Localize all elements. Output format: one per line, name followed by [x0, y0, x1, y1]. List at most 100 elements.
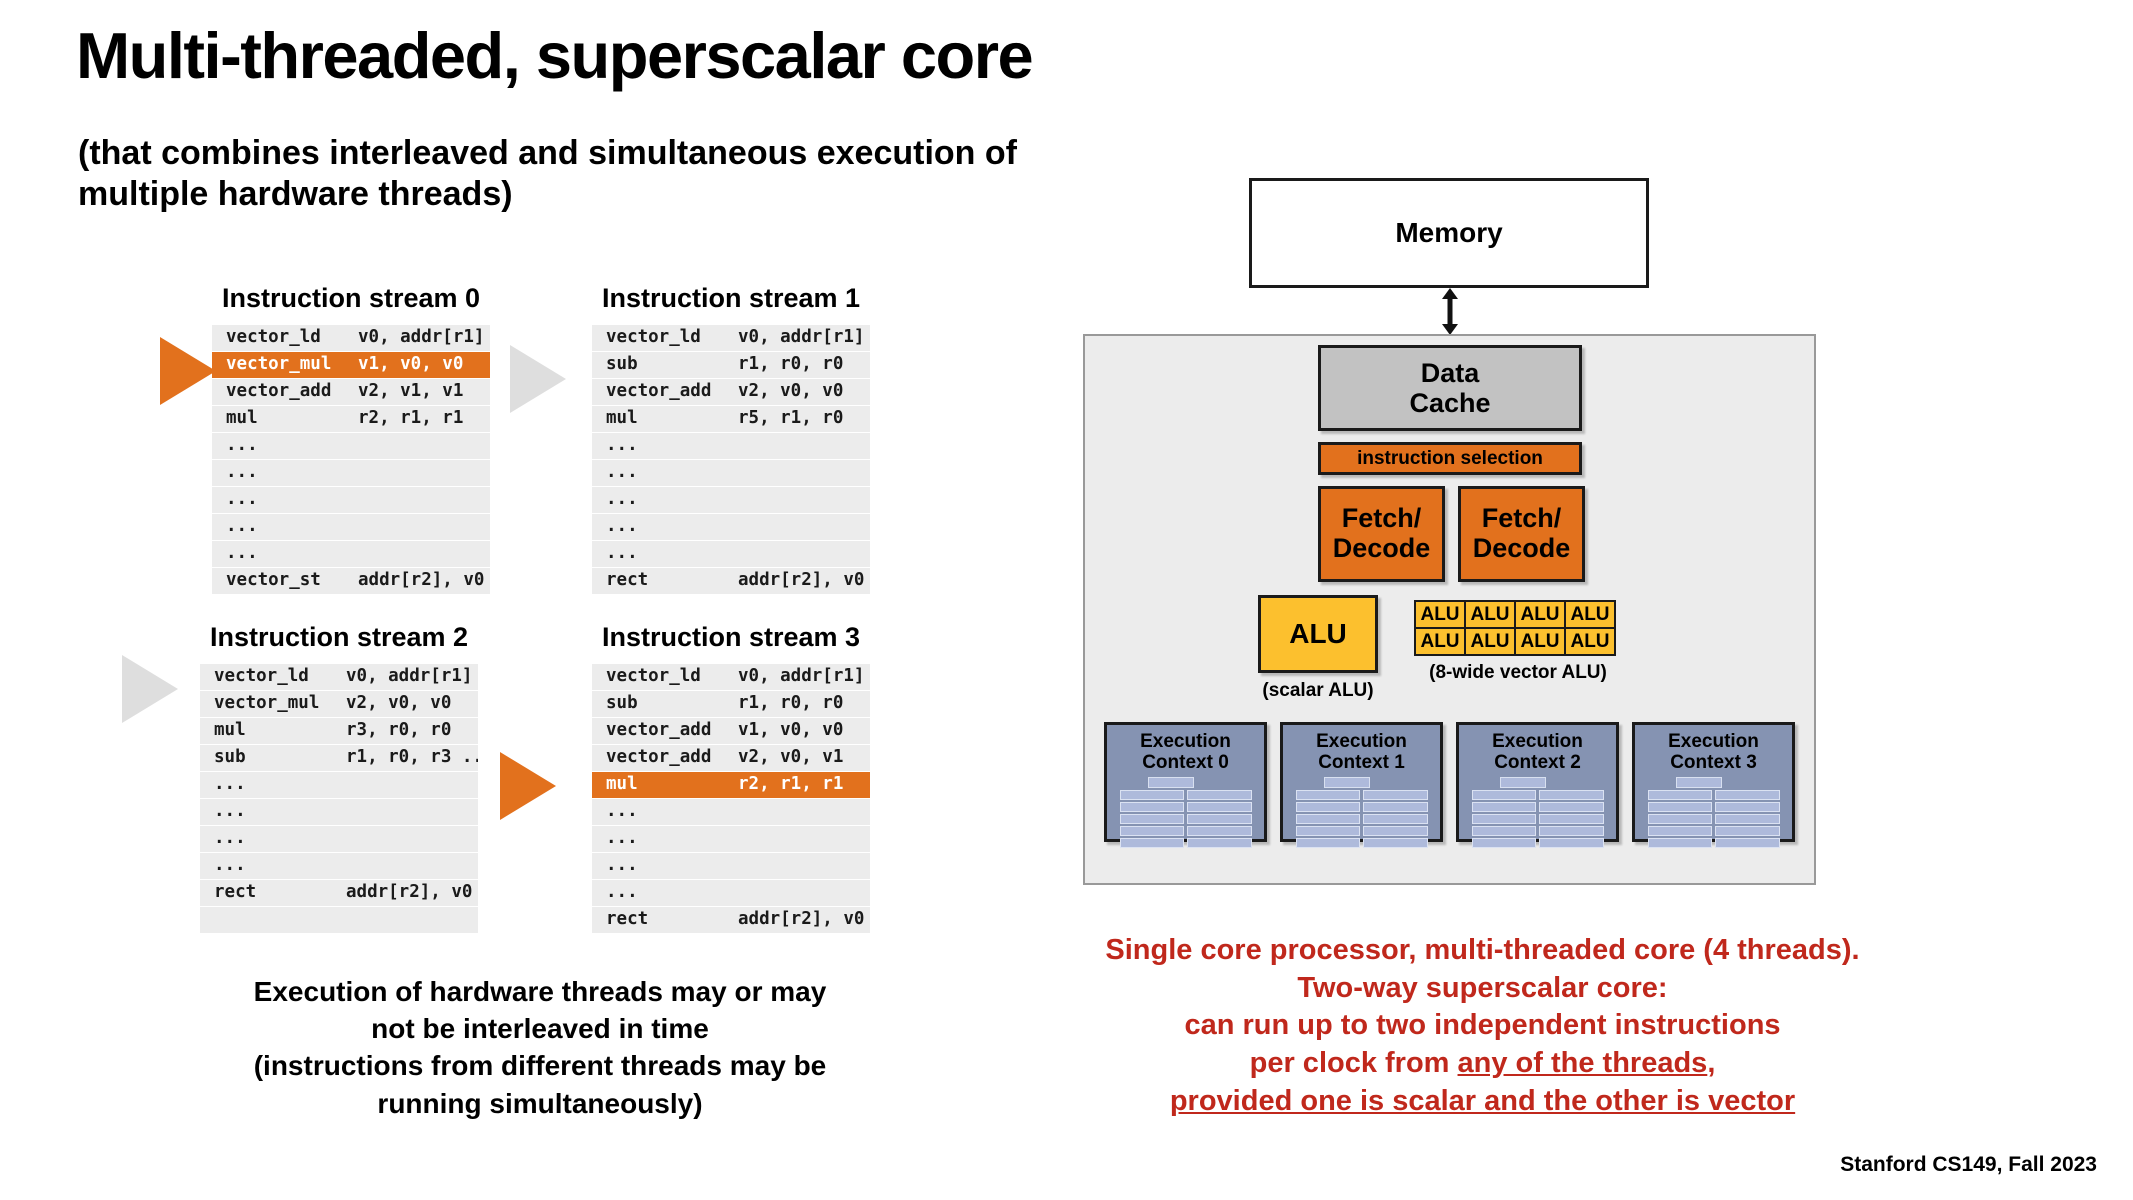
instruction-row: ... [212, 487, 490, 513]
vector-alu-cell: ALU [1413, 599, 1467, 630]
register-file-cell [1187, 825, 1252, 836]
instruction-opcode: vector_add [606, 720, 712, 740]
execution-context-label-line-2: Context 3 [1670, 752, 1757, 774]
register-file-column [1295, 789, 1360, 850]
memory-label: Memory [1395, 217, 1503, 248]
instruction-row: vector_add v1, v0, v0 [592, 718, 870, 744]
register-file-cell [1471, 837, 1536, 848]
instruction-opcode: vector_mul [226, 354, 332, 374]
register-file-cell [1539, 789, 1604, 800]
memory-block: Memory [1249, 178, 1649, 288]
register-file-cell [1539, 813, 1604, 824]
register-file-columns [1119, 789, 1252, 850]
instruction-row: mul r5, r1, r0 [592, 406, 870, 432]
vector-alu-cell: ALU [1513, 626, 1567, 657]
scalar-alu-caption: (scalar ALU) [1262, 680, 1374, 701]
instruction-row: vector_st addr[r2], v0 [212, 568, 490, 594]
instruction-opcode: ... [606, 801, 638, 821]
register-file-cell [1539, 837, 1604, 848]
instruction-opcode: ... [226, 543, 258, 563]
vector-alu-cell: ALU [1463, 599, 1517, 630]
vector-alu-cell: ALU [1413, 626, 1467, 657]
instruction-operands: v0, addr[r1] [738, 327, 865, 347]
instruction-opcode: ... [606, 462, 638, 482]
instruction-row: ... [212, 541, 490, 567]
instruction-opcode: ... [606, 543, 638, 563]
register-file-cell [1647, 789, 1712, 800]
instruction-opcode: ... [606, 489, 638, 509]
instruction-operands: v2, v0, v0 [738, 381, 844, 401]
instruction-row: vector_add v2, v1, v1 [212, 379, 490, 405]
execution-context-0-title: Execution Context 0 [1107, 725, 1264, 774]
register-file-cell [1647, 813, 1712, 824]
register-file-cell [1471, 789, 1536, 800]
register-file-cell [1647, 837, 1712, 848]
instruction-row: ... [200, 799, 478, 825]
instruction-row: ... [592, 799, 870, 825]
vector-alu-cell: ALU [1563, 599, 1617, 630]
instruction-opcode: vector_add [226, 381, 332, 401]
left-caption: Execution of hardware threads may or may… [190, 973, 890, 1122]
execution-context-label-line-1: Execution [1668, 731, 1759, 752]
instruction-opcode: ... [606, 435, 638, 455]
register-file-cell [1119, 825, 1184, 836]
instruction-row: sub r1, r0, r0 [592, 352, 870, 378]
instruction-opcode: ... [214, 855, 246, 875]
right-caption-line-4-pre: per clock from [1249, 1047, 1458, 1080]
register-file-cell [1715, 813, 1780, 824]
register-file-graphic [1471, 776, 1604, 850]
fetch-decode-block-0: Fetch/ Decode [1318, 486, 1445, 582]
instruction-row: vector_mul v1, v0, v0 [212, 352, 490, 378]
register-file-columns [1295, 789, 1428, 850]
execution-context-label-line-2: Context 1 [1318, 752, 1405, 774]
instruction-row: sub r1, r0, r3 ... [200, 745, 478, 771]
instruction-opcode: sub [606, 693, 638, 713]
register-file-cell [1539, 825, 1604, 836]
instruction-row: mul r3, r0, r0 [200, 718, 478, 744]
register-file-graphic [1119, 776, 1252, 850]
instruction-row: rect addr[r2], v0 [592, 568, 870, 594]
register-file-cell [1295, 789, 1360, 800]
stream-0-current-instruction-pointer [160, 337, 216, 405]
instruction-stream-2-title: Instruction stream 2 [209, 622, 469, 652]
execution-context-2-title: Execution Context 2 [1459, 725, 1616, 774]
instruction-selection-label: instruction selection [1357, 447, 1543, 469]
instruction-row: vector_ld v0, addr[r1] [592, 325, 870, 351]
instruction-operands: r5, r1, r0 [738, 408, 844, 428]
execution-context-3-title: Execution Context 3 [1635, 725, 1792, 774]
right-caption-line-5: provided one is scalar and the other is … [1169, 1084, 1796, 1117]
instruction-opcode: vector_ld [214, 666, 309, 686]
register-file-cell [1715, 825, 1780, 836]
instruction-operands: r1, r0, r0 [738, 354, 844, 374]
execution-context-label-line-1: Execution [1492, 731, 1583, 752]
register-file-cell [1187, 801, 1252, 812]
instruction-opcode: ... [214, 801, 246, 821]
instruction-row: ... [592, 826, 870, 852]
instruction-opcode: rect [606, 909, 649, 929]
right-caption-line-3: can run up to two independent instructio… [1184, 1009, 1781, 1042]
instruction-row: ... [200, 772, 478, 798]
instruction-opcode: sub [214, 747, 246, 767]
register-file-cell [1187, 837, 1252, 848]
register-file-cell [1647, 801, 1712, 812]
instruction-operands: addr[r2], v0 [346, 882, 473, 902]
instruction-row: ... [592, 433, 870, 459]
instruction-row: vector_ld v0, addr[r1] [592, 664, 870, 690]
register-file-column [1119, 789, 1184, 850]
register-file-cell [1187, 813, 1252, 824]
instruction-opcode: ... [606, 516, 638, 536]
instruction-opcode: vector_ld [606, 327, 701, 347]
instruction-row: rect addr[r2], v0 [592, 907, 870, 933]
page-subtitle: (that combines interleaved and simultane… [78, 133, 1058, 216]
instruction-operands: v2, v0, v1 [738, 747, 844, 767]
register-file-cell [1295, 801, 1360, 812]
instruction-stream-0-code: vector_ld v0, addr[r1] vector_mul v1, v0, v… [212, 325, 490, 594]
register-file-cell [1471, 813, 1536, 824]
instruction-opcode: ... [606, 855, 638, 875]
left-caption-line-2: not be interleaved in time [371, 1013, 709, 1045]
register-file-cell [1471, 801, 1536, 812]
instruction-row: ... [592, 880, 870, 906]
instruction-opcode: mul [214, 720, 246, 740]
execution-context-1-title: Execution Context 1 [1283, 725, 1440, 774]
register-file-cell [1363, 813, 1428, 824]
